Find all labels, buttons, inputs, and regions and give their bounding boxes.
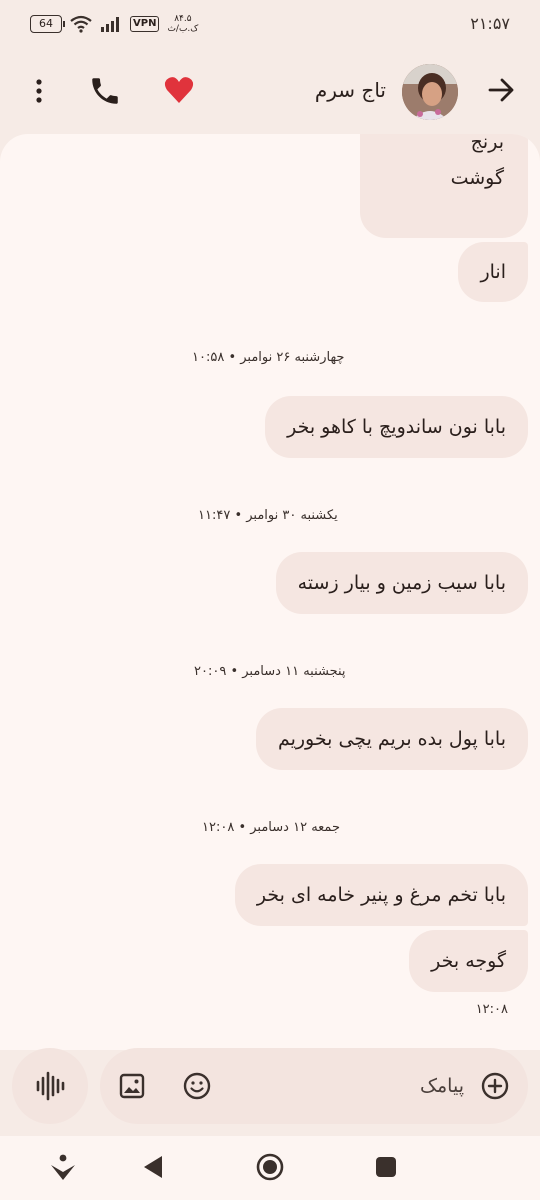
status-time: ۲۱:۵۷: [470, 14, 510, 33]
message-bubble[interactable]: بابا نون ساندویچ با کاهو بخر: [265, 396, 528, 458]
emoji-icon[interactable]: [182, 1071, 212, 1101]
message-bubble[interactable]: ی برنج گوشت: [360, 134, 528, 238]
system-nav-bar: [0, 1136, 540, 1200]
message-bubble[interactable]: بابا تخم مرغ و پنیر خامه ای بخر: [234, 864, 528, 926]
message-line: برنج: [470, 134, 504, 153]
message-bubble[interactable]: بابا پول بده بریم یچی بخوریم: [255, 708, 528, 770]
date-separator: چهارشنبه ۲۶ نوامبر • ۱۰:۵۸: [192, 350, 345, 365]
status-icons: 64 VPN ۸۴.۵ ک.ب/ث: [30, 12, 198, 36]
compose-bar: پیامک: [100, 1048, 528, 1124]
signal-icon: [101, 17, 119, 32]
wifi-icon: [70, 15, 92, 33]
message-bubble[interactable]: انار: [458, 242, 528, 302]
date-separator: جمعه ۱۲ دسامبر • ۱۲:۰۸: [202, 820, 340, 835]
message-list[interactable]: ی برنج گوشت انار چهارشنبه ۲۶ نوامبر • ۱۰…: [0, 134, 540, 1050]
add-icon[interactable]: [480, 1071, 510, 1101]
more-options-icon[interactable]: [26, 74, 52, 108]
message-time: ۱۲:۰۸: [475, 1002, 508, 1017]
conversation-header: تاج سرم: [0, 50, 540, 130]
assistant-icon[interactable]: [48, 1152, 78, 1182]
home-nav-icon[interactable]: [255, 1152, 285, 1182]
gallery-icon[interactable]: [118, 1072, 146, 1100]
recents-nav-icon[interactable]: [374, 1155, 398, 1179]
contact-name[interactable]: تاج سرم: [315, 78, 386, 102]
battery-icon: 64: [30, 15, 65, 33]
status-bar: 64 VPN ۸۴.۵ ک.ب/ث ۲۱:۵۷: [0, 0, 540, 50]
date-separator: پنجشنبه ۱۱ دسامبر • ۲۰:۰۹: [194, 664, 346, 679]
back-nav-icon[interactable]: [140, 1153, 166, 1181]
network-speed: ۸۴.۵ ک.ب/ث: [167, 14, 199, 34]
phone-icon[interactable]: [88, 74, 122, 108]
contact-avatar[interactable]: [402, 64, 458, 120]
vpn-badge: VPN: [130, 16, 160, 32]
waveform-icon: [36, 1071, 65, 1101]
message-input-placeholder: پیامک: [420, 1075, 464, 1097]
message-bubble[interactable]: گوجه بخر: [409, 930, 528, 992]
message-line: گوشت: [450, 167, 504, 189]
message-bubble[interactable]: بابا سیب زمین و بیار زسته: [275, 552, 528, 614]
date-separator: یکشنبه ۳۰ نوامبر • ۱۱:۴۷: [198, 508, 338, 523]
avatar-image: [402, 64, 458, 120]
back-arrow-icon[interactable]: [484, 73, 518, 107]
voice-message-button[interactable]: [12, 1048, 88, 1124]
heart-icon: [164, 77, 194, 103]
message-input[interactable]: پیامک: [244, 1072, 464, 1102]
